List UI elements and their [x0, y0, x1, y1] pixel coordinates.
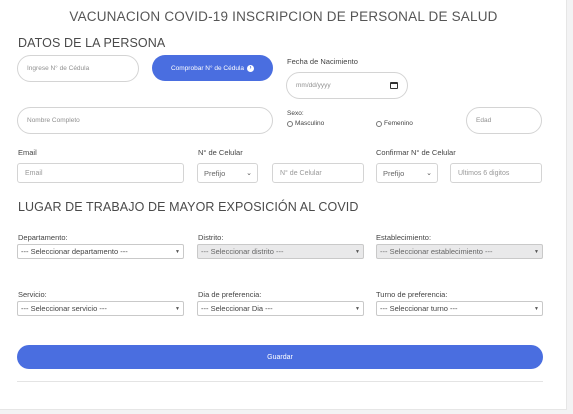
- department-select[interactable]: --- Seleccionar departamento --- ▼: [17, 244, 184, 259]
- chevron-down-icon: ▼: [175, 248, 180, 255]
- day-select[interactable]: --- Seleccionar Dia --- ▼: [197, 301, 364, 316]
- confirm-phone-placeholder: Ultimos 6 digitos: [458, 169, 510, 177]
- chevron-down-icon: ▼: [175, 305, 180, 312]
- sex-option-male[interactable]: Masculino: [287, 120, 324, 127]
- page-title: VACUNACION COVID-19 INSCRIPCION DE PERSO…: [69, 9, 498, 24]
- day-value: --- Seleccionar Dia ---: [201, 304, 273, 313]
- sex-option-male-label: Masculino: [295, 120, 325, 127]
- phone-input[interactable]: N° de Celular: [272, 163, 364, 183]
- phone-prefix-select[interactable]: Prefijo ⌄: [197, 163, 258, 183]
- department-label: Departamento:: [18, 233, 68, 242]
- shift-value: --- Seleccionar turno ---: [380, 304, 458, 313]
- cedula-placeholder: Ingrese N° de Cédula: [27, 65, 90, 72]
- district-label: Distrito:: [198, 233, 224, 242]
- sex-label: Sexo:: [287, 110, 304, 117]
- confirm-prefix-value: Prefijo: [383, 168, 405, 178]
- district-select[interactable]: --- Seleccionar distrito --- ▼: [197, 244, 364, 259]
- footer-divider: [17, 381, 543, 382]
- service-value: --- Seleccionar servicio ---: [21, 304, 107, 313]
- dob-input[interactable]: mm/dd/yyyy: [286, 72, 408, 99]
- radio-circle-female[interactable]: [376, 120, 382, 127]
- dob-placeholder: mm/dd/yyyy: [296, 82, 331, 89]
- registration-form: VACUNACION COVID-19 INSCRIPCION DE PERSO…: [0, 0, 567, 410]
- phone-prefix-value: Prefijo: [204, 168, 226, 178]
- facility-label: Establecimiento:: [376, 233, 432, 242]
- chevron-down-icon: ▼: [355, 248, 360, 255]
- calendar-icon[interactable]: [390, 82, 398, 89]
- shift-select[interactable]: --- Seleccionar turno --- ▼: [376, 301, 543, 316]
- confirm-prefix-select[interactable]: Prefijo ⌄: [376, 163, 438, 183]
- district-value: --- Seleccionar distrito ---: [201, 247, 284, 256]
- facility-value: --- Seleccionar establecimiento ---: [380, 247, 493, 256]
- confirm-phone-label: Confirmar N° de Celular: [376, 148, 456, 157]
- facility-select[interactable]: --- Seleccionar establecimiento --- ▼: [376, 244, 543, 259]
- chevron-down-icon: ⌄: [246, 170, 252, 177]
- chevron-down-icon: ▼: [534, 248, 539, 255]
- age-input[interactable]: Edad: [466, 107, 542, 134]
- phone-placeholder: N° de Celular: [280, 169, 322, 177]
- shift-label: Turno de preferencia:: [376, 290, 448, 299]
- radio-circle-male[interactable]: [287, 120, 293, 127]
- chevron-down-icon: ⌄: [426, 170, 432, 177]
- section-title-personal: DATOS DE LA PERSONA: [18, 36, 166, 50]
- sex-option-female[interactable]: Femenino: [376, 120, 413, 127]
- email-placeholder: Email: [25, 169, 43, 177]
- full-name-input[interactable]: Nombre Completo: [17, 107, 273, 134]
- full-name-placeholder: Nombre Completo: [27, 117, 80, 124]
- arrow-circle-right-icon: ›: [247, 64, 255, 72]
- section-title-workplace: LUGAR DE TRABAJO DE MAYOR EXPOSICIÓN AL …: [18, 200, 359, 214]
- check-cedula-label: Comprobar N° de Cédula: [170, 64, 245, 72]
- department-value: --- Seleccionar departamento ---: [21, 247, 128, 256]
- check-cedula-button[interactable]: Comprobar N° de Cédula ›: [152, 55, 273, 81]
- email-label: Email: [18, 148, 37, 157]
- age-placeholder: Edad: [476, 117, 492, 124]
- save-button-label: Guardar: [267, 353, 293, 361]
- service-label: Servicio:: [18, 290, 47, 299]
- confirm-phone-input[interactable]: Ultimos 6 digitos: [450, 163, 542, 183]
- service-select[interactable]: --- Seleccionar servicio --- ▼: [17, 301, 184, 316]
- save-button[interactable]: Guardar: [17, 345, 543, 369]
- sex-option-female-label: Femenino: [384, 120, 413, 127]
- phone-label: N° de Celular: [198, 148, 243, 157]
- chevron-down-icon: ▼: [355, 305, 360, 312]
- dob-label: Fecha de Nacimiento: [287, 57, 358, 66]
- day-label: Dia de preferencia:: [198, 290, 262, 299]
- chevron-down-icon: ▼: [534, 305, 539, 312]
- email-input[interactable]: Email: [17, 163, 184, 183]
- cedula-input[interactable]: Ingrese N° de Cédula: [17, 55, 139, 82]
